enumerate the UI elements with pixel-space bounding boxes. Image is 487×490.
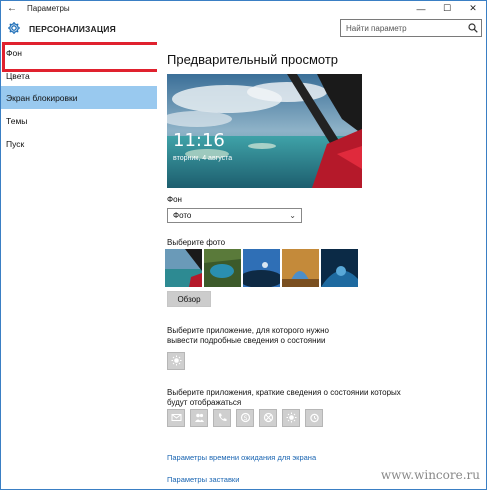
detailed-status-app-button[interactable]: [167, 352, 185, 370]
preview-clock: 11:16: [173, 130, 225, 151]
photo-thumbnails: [165, 249, 358, 287]
sidebar-item-label: Пуск: [6, 138, 25, 149]
search-icon[interactable]: [465, 20, 481, 36]
sidebar-item-themes[interactable]: Темы: [1, 109, 157, 132]
gear-icon: [7, 21, 21, 35]
quick-status-app-button[interactable]: [282, 409, 300, 427]
choose-photo-label: Выберите фото: [167, 238, 226, 247]
settings-window: ← Параметры — ☐ ✕ ПЕРСОНАЛИЗАЦИЯ Найти п…: [0, 0, 487, 490]
quick-status-apps: S: [167, 409, 323, 427]
alarm-icon: [309, 412, 320, 425]
window-controls: — ☐ ✕: [408, 1, 486, 16]
search-input[interactable]: Найти параметр: [341, 24, 465, 33]
sidebar-item-background[interactable]: Фон: [1, 41, 157, 64]
browse-button[interactable]: Обзор: [167, 291, 211, 307]
sidebar-item-lock-screen[interactable]: Экран блокировки: [1, 86, 157, 109]
quick-status-app-button[interactable]: [190, 409, 208, 427]
detailed-status-label: Выберите приложение, для которого нужно …: [167, 326, 329, 345]
watermark: www.wincore.ru: [380, 468, 480, 482]
quick-status-app-button[interactable]: [167, 409, 185, 427]
page-header: ПЕРСОНАЛИЗАЦИЯ Найти параметр: [1, 16, 486, 41]
background-select-value: Фото: [173, 211, 192, 220]
quick-status-app-button[interactable]: [305, 409, 323, 427]
screen-timeout-settings-link[interactable]: Параметры времени ожидания для экрана: [167, 453, 316, 462]
sidebar-item-start[interactable]: Пуск: [1, 132, 157, 155]
background-select[interactable]: Фото ⌄: [167, 208, 302, 223]
weather-icon: [171, 355, 182, 368]
chevron-down-icon: ⌄: [289, 211, 296, 220]
minimize-button[interactable]: —: [408, 1, 434, 16]
maximize-button[interactable]: ☐: [434, 1, 460, 16]
quick-status-app-button[interactable]: [259, 409, 277, 427]
sidebar-item-label: Темы: [6, 115, 28, 126]
quick-status-label: Выберите приложения, краткие сведения о …: [167, 388, 401, 407]
weather-icon: [286, 412, 297, 425]
svg-text:S: S: [243, 415, 247, 422]
search-box[interactable]: Найти параметр: [340, 19, 482, 37]
back-arrow-icon[interactable]: ←: [1, 1, 23, 16]
people-icon: [194, 412, 205, 425]
close-button[interactable]: ✕: [460, 1, 486, 16]
title-bar: ← Параметры — ☐ ✕: [1, 1, 486, 16]
quick-status-app-button[interactable]: [213, 409, 231, 427]
xbox-icon: [263, 412, 274, 425]
phone-icon: [217, 412, 228, 425]
photo-thumbnail[interactable]: [204, 249, 241, 287]
preview-heading: Предварительный просмотр: [167, 52, 339, 67]
photo-thumbnail[interactable]: [165, 249, 202, 287]
sidebar-item-label: Экран блокировки: [6, 92, 78, 103]
window-title: Параметры: [27, 4, 70, 13]
photo-thumbnail[interactable]: [243, 249, 280, 287]
screensaver-settings-link[interactable]: Параметры заставки: [167, 475, 239, 484]
main-content: Предварительный просмотр 11:16 вторник, …: [157, 41, 486, 489]
photo-thumbnail[interactable]: [282, 249, 319, 287]
sidebar-item-label: Цвета: [6, 70, 30, 81]
quick-status-app-button[interactable]: S: [236, 409, 254, 427]
lock-screen-preview: 11:16 вторник, 4 августа: [167, 74, 362, 188]
sidebar-item-label: Фон: [6, 47, 22, 58]
sidebar: Фон Цвета Экран блокировки Темы Пуск: [1, 41, 157, 489]
mail-icon: [171, 412, 182, 425]
photo-thumbnail[interactable]: [321, 249, 358, 287]
preview-date: вторник, 4 августа: [173, 155, 233, 162]
page-title: ПЕРСОНАЛИЗАЦИЯ: [29, 24, 116, 34]
sidebar-item-colors[interactable]: Цвета: [1, 64, 157, 87]
skype-icon: S: [240, 412, 251, 425]
background-label: Фон: [167, 195, 182, 204]
